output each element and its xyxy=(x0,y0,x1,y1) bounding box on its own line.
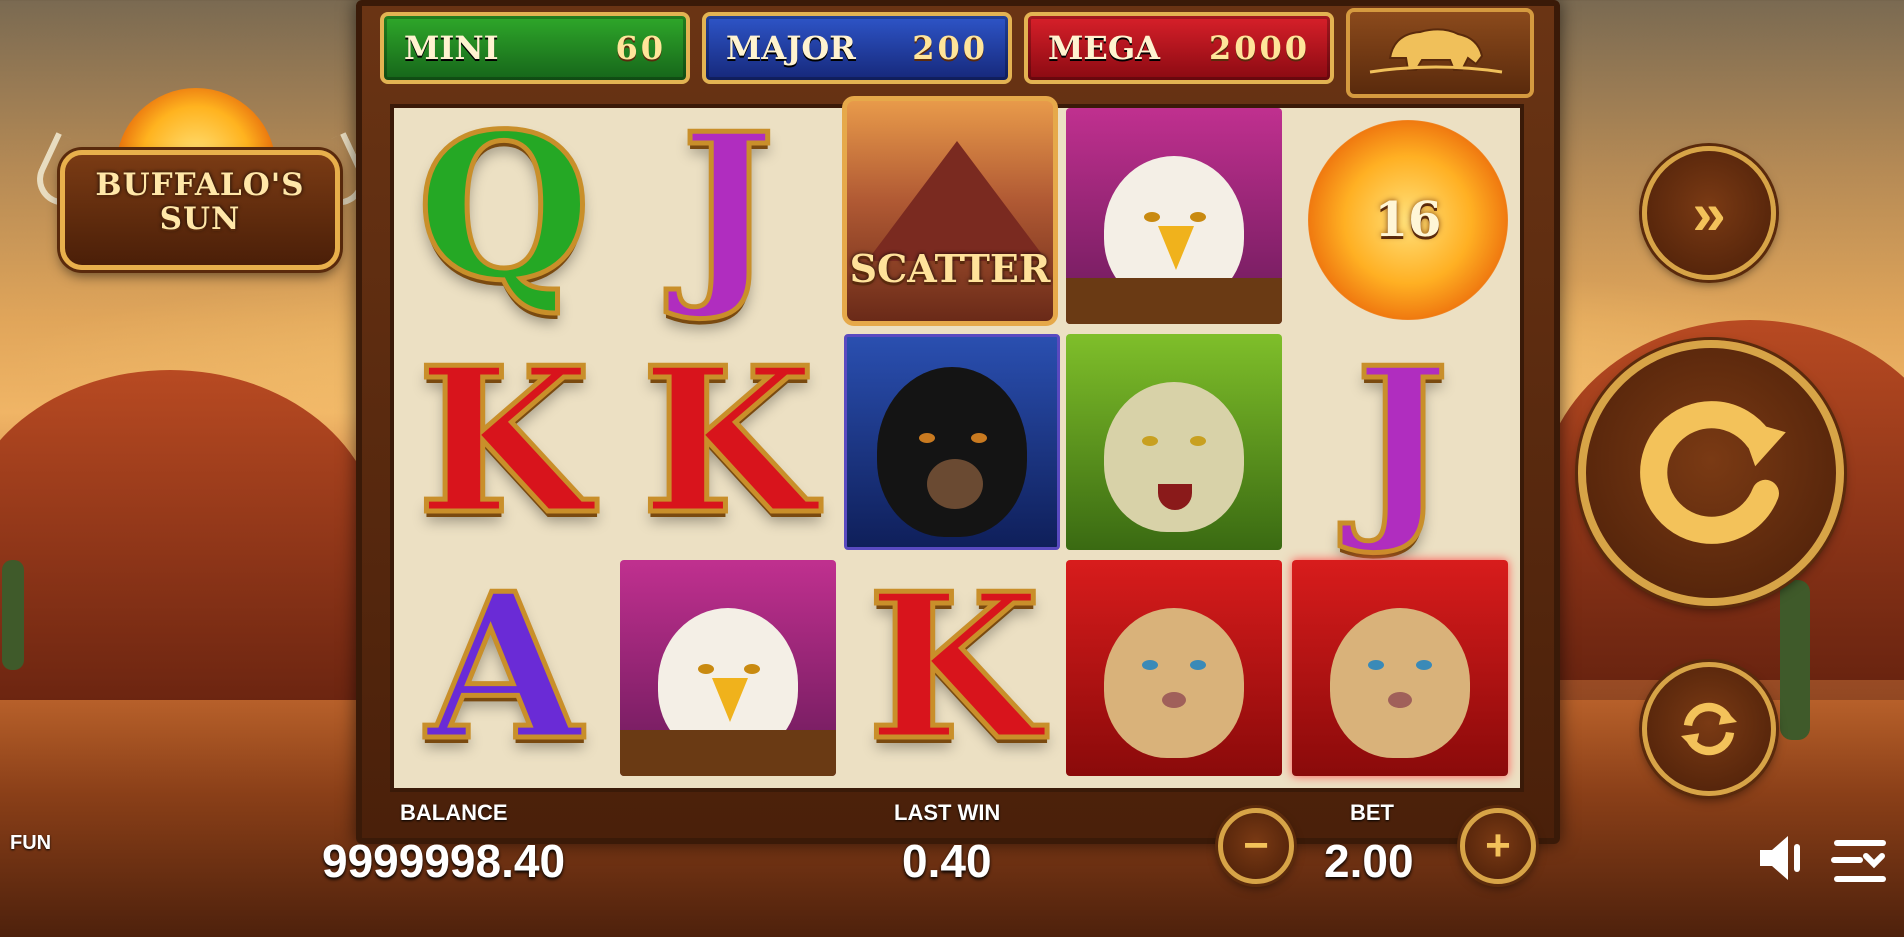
cougar-card xyxy=(1292,560,1508,776)
spin-button[interactable] xyxy=(1578,340,1844,606)
eagle-beak-icon xyxy=(1158,226,1194,270)
minus-icon: − xyxy=(1243,821,1269,870)
symbol-scatter: SCATTER xyxy=(842,96,1058,326)
symbol-k-glyph: K xyxy=(639,324,818,559)
cougar-nose-icon xyxy=(1388,692,1412,708)
scatter-label: SCATTER xyxy=(849,246,1051,291)
cougar-eye-icon xyxy=(1368,660,1384,670)
eagle-beak-icon xyxy=(712,678,748,722)
jackpot-mini-label: MINI xyxy=(404,29,499,67)
plus-icon: + xyxy=(1485,821,1511,870)
bet-decrease-button[interactable]: − xyxy=(1218,808,1294,884)
eagle-eye-icon xyxy=(744,664,760,674)
speaker-icon xyxy=(1760,836,1800,880)
mountain-icon xyxy=(867,141,1047,261)
symbol-k: K xyxy=(616,330,840,554)
jackpot-major-label: MAJOR xyxy=(726,29,856,67)
symbol-k-glyph: K xyxy=(415,324,594,559)
symbol-a: A xyxy=(392,556,616,780)
eagle-eye-icon xyxy=(698,664,714,674)
jackpot-major: MAJOR 200 xyxy=(702,12,1012,84)
last-win-label: LAST WIN xyxy=(894,800,1001,825)
buffalo-icon xyxy=(1369,28,1503,74)
autoplay-button[interactable] xyxy=(1642,662,1776,796)
cougar-nose-icon xyxy=(1162,692,1186,708)
jackpot-mega-label: MEGA xyxy=(1048,29,1160,67)
cactus-right xyxy=(1780,580,1810,740)
symbol-sun: 16 xyxy=(1296,108,1520,332)
bet-label: BET xyxy=(1350,800,1394,825)
cougar-eye-icon xyxy=(1190,660,1206,670)
symbol-q-glyph: Q xyxy=(414,90,593,325)
logo-line-1: BUFFALO'S xyxy=(95,167,305,203)
game-logo: BUFFALO'S SUN xyxy=(60,168,340,236)
buffalo-emblem xyxy=(1346,8,1534,98)
symbol-q: Q xyxy=(392,96,616,320)
balance-label: BALANCE xyxy=(400,800,508,825)
jackpot-major-value: 200 xyxy=(912,29,988,67)
symbol-eagle xyxy=(620,560,836,776)
eagle-eye-icon xyxy=(1144,212,1160,222)
symbol-j: J xyxy=(616,96,840,320)
symbol-cougar xyxy=(1066,560,1282,776)
eagle-body xyxy=(620,730,836,776)
symbol-eagle xyxy=(1066,108,1282,324)
scatter-card: SCATTER xyxy=(842,96,1058,326)
cactus-left xyxy=(2,560,24,670)
logo-line-2: SUN xyxy=(159,201,241,237)
wolf-eye-icon xyxy=(1142,436,1158,446)
wolf-card xyxy=(1066,334,1282,550)
eagle-body xyxy=(1066,278,1282,324)
cougar-head-icon xyxy=(1330,608,1470,758)
jackpot-mini: MINI 60 xyxy=(380,12,690,84)
cougar-head-icon xyxy=(1104,608,1244,758)
symbol-wolf xyxy=(1066,334,1282,550)
menu-icon xyxy=(1831,840,1886,882)
double-chevron-icon: » xyxy=(1692,179,1726,247)
cougar-eye-icon xyxy=(1142,660,1158,670)
bet-value: 2.00 xyxy=(1324,835,1414,887)
bet-increase-button[interactable]: + xyxy=(1460,808,1536,884)
cougar-eye-icon xyxy=(1416,660,1432,670)
symbol-k: K xyxy=(842,556,1066,780)
mode-label: FUN xyxy=(10,832,52,854)
last-win-value: 0.40 xyxy=(902,835,992,887)
symbol-j-glyph: J xyxy=(1352,324,1452,559)
symbol-k-glyph: K xyxy=(865,550,1044,785)
bear-eye-icon xyxy=(971,433,987,443)
eagle-card xyxy=(620,560,836,776)
bear-card xyxy=(844,334,1060,550)
turbo-button[interactable]: » xyxy=(1642,146,1776,280)
menu-button[interactable] xyxy=(1830,832,1892,888)
symbol-j: J xyxy=(1290,330,1514,554)
sound-button[interactable] xyxy=(1756,830,1812,886)
jackpot-mega: MEGA 2000 xyxy=(1024,12,1334,84)
spin-icon xyxy=(1640,401,1786,544)
balance-value: 9999998.40 xyxy=(322,835,566,887)
cougar-card xyxy=(1066,560,1282,776)
bear-eye-icon xyxy=(919,433,935,443)
bear-snout-icon xyxy=(927,459,983,509)
bear-head-icon xyxy=(877,367,1027,537)
sun-orb: 16 xyxy=(1308,120,1508,320)
symbol-j-glyph: J xyxy=(678,90,778,325)
eagle-card xyxy=(1066,108,1282,324)
symbol-bear xyxy=(844,334,1060,550)
wolf-eye-icon xyxy=(1190,436,1206,446)
jackpot-mini-value: 60 xyxy=(615,29,666,67)
jackpot-mega-value: 2000 xyxy=(1208,29,1310,67)
sun-value: 16 xyxy=(1374,192,1442,248)
autoplay-icon xyxy=(1681,702,1737,756)
eagle-eye-icon xyxy=(1190,212,1206,222)
symbol-a-glyph: A xyxy=(424,550,584,785)
symbol-k: K xyxy=(392,330,616,554)
symbol-cougar xyxy=(1292,560,1508,776)
